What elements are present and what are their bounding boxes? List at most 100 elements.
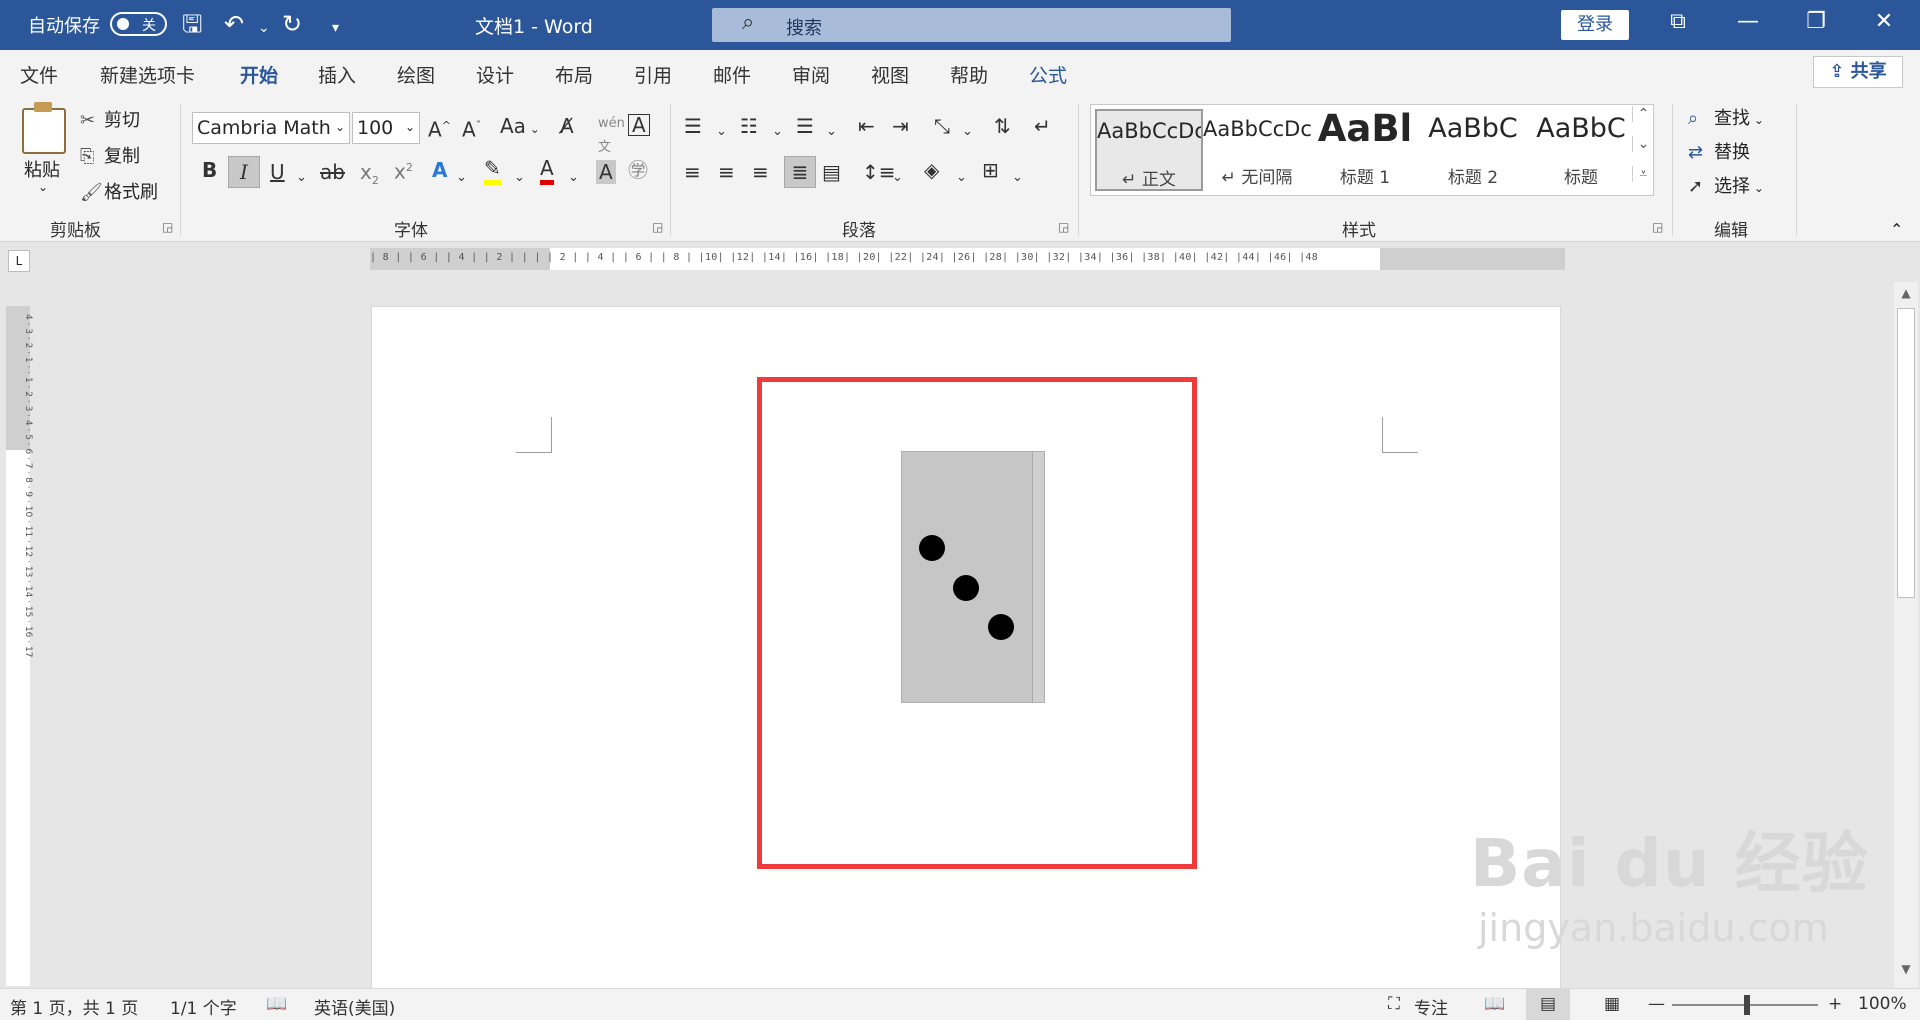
bullets-icon[interactable]: ☰ [684,114,702,138]
zoom-level[interactable]: 100% [1858,994,1907,1014]
restore-icon[interactable]: ❐ [1796,9,1836,34]
align-right-icon[interactable]: ≡ [752,160,769,184]
print-layout-icon[interactable]: ▤ [1526,989,1570,1020]
paste-dropdown-icon[interactable]: ⌄ [38,180,48,194]
style-heading-1[interactable]: AaBl 标题 1 [1311,107,1419,191]
tab-mailings[interactable]: 邮件 [713,61,751,88]
italic-button[interactable]: I [228,156,260,188]
chevron-down-icon[interactable]: ⌄ [456,166,467,190]
cut-button[interactable]: ✂ 剪切 [80,106,140,132]
vertical-scrollbar[interactable]: ▲ ▼ [1894,282,1918,988]
share-button[interactable]: ⇪ 共享 [1813,56,1903,88]
scrollbar-thumb[interactable] [1897,308,1915,598]
distributed-icon[interactable]: ▤ [822,160,841,184]
style-normal[interactable]: AaBbCcDc ↵ 正文 [1095,109,1203,191]
font-size-select[interactable]: 100 ⌄ [352,112,420,144]
tab-help[interactable]: 帮助 [950,61,988,88]
multilevel-list-icon[interactable]: ☰ [796,114,814,138]
character-shading-icon[interactable]: A [596,160,616,184]
tab-view[interactable]: 视图 [871,61,909,88]
enclose-characters-icon[interactable]: ㊫ [628,158,648,182]
show-marks-icon[interactable]: ↵ [1034,114,1051,138]
chevron-down-icon[interactable]: ⌄ [716,120,727,144]
chevron-down-icon[interactable]: ⌄ [826,120,837,144]
document-page[interactable] [371,306,1561,990]
styles-launcher-icon[interactable]: ◲ [1652,220,1663,234]
style-title[interactable]: AaBbC 标题 [1527,109,1635,191]
paste-icon[interactable] [22,102,66,154]
paste-label[interactable]: 粘贴 [24,156,60,182]
tab-equation[interactable]: 公式 [1029,61,1067,88]
style-no-spacing[interactable]: AaBbCcDc ↵ 无间隔 [1203,109,1311,191]
sort-icon[interactable]: ⇅ [994,114,1011,138]
subscript-button[interactable]: x2 [360,160,379,193]
tab-selector[interactable]: L [8,250,30,272]
shading-icon[interactable]: ◈ [924,158,939,182]
tab-home[interactable]: 开始 [240,61,279,97]
align-left-icon[interactable]: ≡ [684,160,701,184]
line-spacing-icon[interactable]: ↕≡ [862,160,896,184]
scroll-down-icon[interactable]: ▼ [1894,962,1918,976]
zoom-slider-thumb[interactable] [1744,995,1750,1015]
tab-draw[interactable]: 绘图 [397,61,435,88]
borders-icon[interactable]: ⊞ [982,158,999,182]
minimize-icon[interactable]: — [1728,9,1768,34]
save-icon[interactable]: 🖫 [182,10,202,38]
justify-button[interactable]: ≣ [784,156,816,188]
undo-dropdown-icon[interactable]: ⌄ [258,14,270,42]
ribbon-display-options-icon[interactable]: ⧉ [1658,9,1698,34]
proofing-icon[interactable]: 📖 [266,994,287,1014]
format-painter-button[interactable]: 🖌格式刷 [80,178,158,204]
font-launcher-icon[interactable]: ◲ [652,220,663,234]
focus-icon[interactable]: ⛶ [1388,994,1400,1014]
close-icon[interactable]: ✕ [1864,9,1904,34]
shrink-font-icon[interactable]: Aˇ [462,114,481,142]
phonetic-guide-icon[interactable]: wén 文 [598,112,625,160]
page-count[interactable]: 第 1 页，共 1 页 [10,994,138,1019]
tab-references[interactable]: 引用 [634,61,672,88]
collapse-ribbon-icon[interactable]: ⌃ [1890,220,1903,239]
tab-layout[interactable]: 布局 [555,61,593,88]
chevron-down-icon[interactable]: ⌄ [514,166,525,190]
web-layout-icon[interactable]: ▦ [1604,994,1620,1014]
font-color-icon[interactable]: A [540,156,554,185]
style-heading-2[interactable]: AaBbC 标题 2 [1419,109,1527,191]
vertical-ruler[interactable]: 4 · 3 · 2 · 1 · · 1 · 2 · 3 · 4 · 5 · 6 … [6,306,33,986]
customize-toolbar-icon[interactable]: ▾ [332,14,339,42]
search-box[interactable]: ⌕ 搜索 [712,8,1231,42]
chevron-down-icon[interactable]: ⌄ [892,166,903,190]
strikethrough-button[interactable]: ab [320,160,345,184]
horizontal-ruler[interactable]: | 8 | | 6 | | 4 | | 2 | | | | 2 | | 4 | … [370,248,1565,270]
autosave-toggle[interactable]: 关 [110,12,167,36]
chevron-down-icon[interactable]: ⌄ [568,166,579,190]
clear-formatting-icon[interactable]: A̸ [560,114,574,138]
domino-tile-image[interactable] [901,451,1045,703]
grow-font-icon[interactable]: A^ [428,114,451,142]
zoom-in-icon[interactable]: + [1828,994,1842,1014]
tab-new-tab[interactable]: 新建选项卡 [100,61,195,88]
paragraph-launcher-icon[interactable]: ◲ [1058,220,1069,234]
text-effects-icon[interactable]: A [432,158,447,182]
find-button[interactable]: ⌕ 查找 ⌄ [1688,104,1764,130]
highlight-icon[interactable]: ✎ [484,156,501,185]
tab-file[interactable]: 文件 [20,61,58,88]
undo-icon[interactable]: ↶ [224,10,244,38]
change-case-button[interactable]: Aa ⌄ [500,114,540,141]
replace-button[interactable]: ⇄ 替换 [1688,138,1750,164]
language-indicator[interactable]: 英语(美国) [314,994,395,1019]
tab-design[interactable]: 设计 [476,61,514,88]
tab-review[interactable]: 审阅 [792,61,830,88]
decrease-indent-icon[interactable]: ⇤ [858,114,875,138]
font-family-select[interactable]: Cambria Math ⌄ [192,112,350,144]
underline-button[interactable]: U [270,160,285,184]
text-direction-icon[interactable]: ⤡ [934,114,950,138]
copy-button[interactable]: ⎘ 复制 [80,142,140,168]
superscript-button[interactable]: x2 [394,156,413,184]
chevron-down-icon[interactable]: ⌄ [772,120,783,144]
styles-more-icon[interactable]: ⩡ [1632,166,1654,182]
scroll-up-icon[interactable]: ▲ [1894,286,1918,300]
focus-label[interactable]: 专注 [1414,994,1448,1019]
clipboard-launcher-icon[interactable]: ◲ [162,220,173,234]
chevron-down-icon[interactable]: ⌄ [956,166,967,190]
styles-scroll-down-icon[interactable]: ⌄ [1632,136,1654,152]
